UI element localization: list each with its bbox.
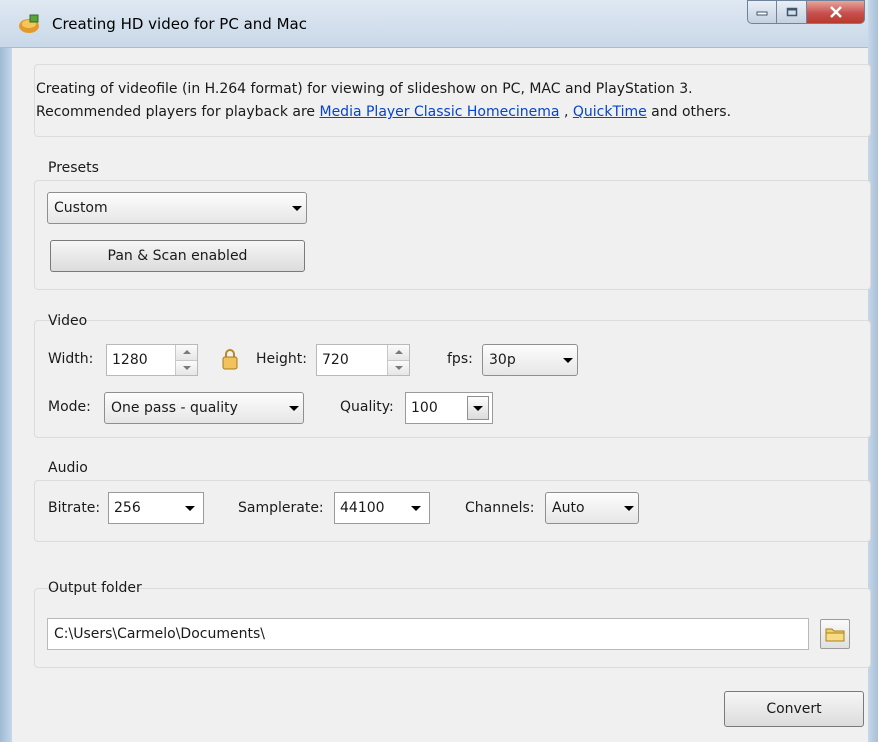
- quality-dropdown-button[interactable]: [467, 396, 489, 420]
- quicktime-link[interactable]: QuickTime: [573, 104, 647, 120]
- fps-label: fps:: [447, 351, 473, 367]
- bitrate-value[interactable]: 256: [114, 500, 177, 516]
- output-folder-input[interactable]: C:\Users\Carmelo\Documents\: [47, 618, 809, 650]
- info-text: Creating of videofile (in H.264 format) …: [36, 78, 731, 124]
- audio-legend: Audio: [48, 460, 88, 476]
- info-line-1: Creating of videofile (in H.264 format) …: [36, 81, 693, 97]
- maximize-button[interactable]: [777, 0, 807, 24]
- close-button[interactable]: [807, 0, 865, 24]
- media-player-classic-link[interactable]: Media Player Classic Homecinema: [319, 104, 559, 120]
- quality-label: Quality:: [340, 399, 394, 415]
- maximize-icon: [786, 7, 797, 17]
- title-bar[interactable]: Creating HD video for PC and Mac: [0, 0, 878, 48]
- lock-icon[interactable]: [222, 348, 238, 370]
- samplerate-combo[interactable]: 44100: [334, 492, 430, 524]
- height-label: Height:: [256, 351, 307, 367]
- folder-icon: [825, 628, 845, 642]
- info-line-2: Recommended players for playback are Med…: [36, 101, 731, 124]
- presets-dropdown[interactable]: Custom: [47, 192, 307, 224]
- width-spin-buttons: [175, 345, 197, 375]
- pan-scan-button[interactable]: Pan & Scan enabled: [50, 240, 305, 272]
- close-icon: [829, 6, 842, 18]
- fps-dropdown[interactable]: 30p: [482, 344, 578, 376]
- bitrate-label: Bitrate:: [48, 500, 101, 516]
- info-line-2-prefix: Recommended players for playback are: [36, 104, 320, 120]
- chevron-down-icon: [285, 405, 303, 411]
- chevron-down-icon: [473, 405, 483, 411]
- width-label: Width:: [48, 351, 94, 367]
- chevron-down-icon[interactable]: [403, 505, 429, 511]
- arrow-down-icon: [394, 365, 403, 370]
- window-title: Creating HD video for PC and Mac: [52, 15, 307, 33]
- width-increment-button[interactable]: [176, 345, 197, 361]
- info-line-2-suffix: and others.: [646, 104, 732, 120]
- chevron-down-icon[interactable]: [177, 505, 203, 511]
- minimize-button[interactable]: [747, 0, 777, 24]
- chevron-down-icon: [288, 205, 306, 211]
- presets-selected: Custom: [54, 200, 108, 216]
- app-icon: [19, 14, 39, 33]
- chevron-down-icon: [559, 357, 577, 363]
- channels-label: Channels:: [465, 500, 535, 516]
- height-value[interactable]: 720: [317, 345, 387, 375]
- video-legend: Video: [48, 313, 88, 329]
- arrow-up-icon: [394, 350, 403, 355]
- window-controls: [747, 0, 865, 24]
- presets-legend: Presets: [48, 160, 99, 176]
- channels-selected: Auto: [552, 500, 585, 516]
- fps-selected: 30p: [489, 352, 516, 368]
- chevron-down-icon: [620, 505, 638, 511]
- minimize-icon: [756, 11, 768, 16]
- width-decrement-button[interactable]: [176, 360, 197, 375]
- mode-selected: One pass - quality: [111, 400, 238, 416]
- height-spinner[interactable]: 720: [316, 344, 410, 376]
- mode-label: Mode:: [48, 399, 91, 415]
- output-folder-legend: Output folder: [48, 580, 142, 596]
- height-increment-button[interactable]: [388, 345, 409, 361]
- channels-dropdown[interactable]: Auto: [545, 492, 639, 524]
- samplerate-label: Samplerate:: [238, 500, 324, 516]
- bitrate-combo[interactable]: 256: [108, 492, 204, 524]
- convert-button[interactable]: Convert: [724, 691, 864, 727]
- samplerate-value[interactable]: 44100: [340, 500, 403, 516]
- browse-folder-button[interactable]: [820, 619, 850, 649]
- quality-combo[interactable]: 100: [405, 392, 493, 424]
- quality-value[interactable]: 100: [411, 400, 467, 416]
- height-spin-buttons: [387, 345, 409, 375]
- window-frame-left: [0, 48, 12, 742]
- height-decrement-button[interactable]: [388, 360, 409, 375]
- arrow-down-icon: [182, 365, 191, 370]
- width-spinner[interactable]: 1280: [106, 344, 198, 376]
- link-separator: ,: [559, 104, 573, 120]
- mode-dropdown[interactable]: One pass - quality: [104, 392, 304, 424]
- arrow-up-icon: [182, 350, 191, 355]
- width-value[interactable]: 1280: [107, 345, 175, 375]
